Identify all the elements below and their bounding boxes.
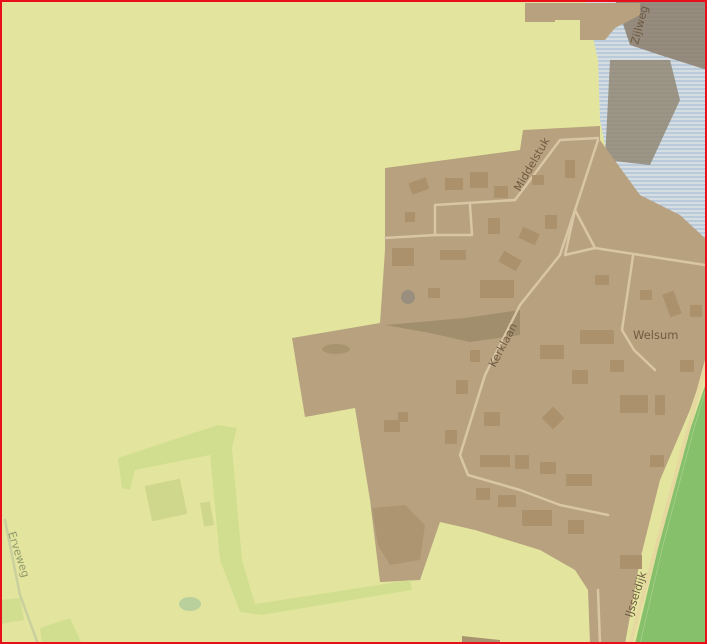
park-building: [144, 478, 188, 522]
pond-shape: [322, 344, 350, 354]
pond-dot: [401, 290, 415, 304]
map-layer: Zijlweg Middelstuk Kerklaan Welsum Ervew…: [0, 0, 707, 644]
park-pond: [179, 597, 201, 611]
map-canvas[interactable]: Zijlweg Middelstuk Kerklaan Welsum Ervew…: [0, 0, 707, 644]
label-welsum: Welsum: [633, 328, 678, 342]
park-area-sw: [0, 598, 24, 624]
